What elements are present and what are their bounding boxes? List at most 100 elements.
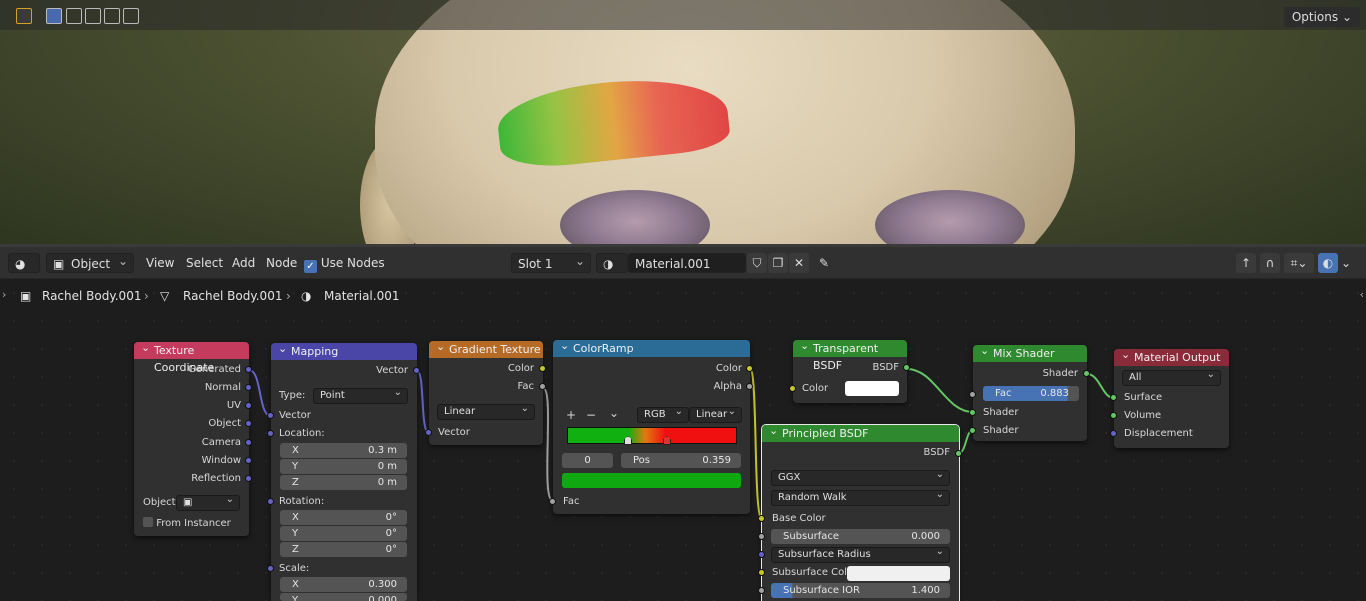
color-swatch-white[interactable] xyxy=(845,381,899,396)
socket-base-color[interactable] xyxy=(758,515,765,522)
subsurface-color-swatch[interactable] xyxy=(847,566,950,581)
node-header[interactable]: Mix Shader xyxy=(973,342,1087,362)
from-instancer-checkbox[interactable]: From Instancer xyxy=(143,517,231,531)
distribution-dropdown[interactable]: GGX xyxy=(771,468,950,486)
socket-window[interactable] xyxy=(245,457,252,464)
socket-object[interactable] xyxy=(245,420,252,427)
stop-position-field[interactable]: Pos 0.359 xyxy=(621,453,741,468)
add-stop-button[interactable]: + xyxy=(566,408,576,422)
slot-dropdown[interactable]: Slot 1 xyxy=(511,251,591,273)
node-color-ramp[interactable]: ColorRamp Color Alpha + − ⌄ RGB Linear 0… xyxy=(549,337,753,514)
3d-viewport[interactable]: Options ⌄ xyxy=(0,0,1366,247)
socket-reflection[interactable] xyxy=(245,475,252,482)
menu-add[interactable]: Add xyxy=(232,253,255,273)
socket-fac-out[interactable] xyxy=(539,383,546,390)
subsurface-method-dropdown[interactable]: Random Walk xyxy=(771,488,950,506)
socket-color-out[interactable] xyxy=(539,365,546,372)
snap-element-icon[interactable]: ⌗⌄ xyxy=(1284,253,1314,273)
socket-alpha-out[interactable] xyxy=(746,383,753,390)
stop-index-field[interactable]: 0 xyxy=(562,453,613,468)
socket-subsurface-ior[interactable] xyxy=(758,587,765,594)
node-header[interactable]: Transparent BSDF xyxy=(793,337,907,372)
overlays-icon[interactable]: ◐ xyxy=(1318,253,1338,273)
socket-fac-in[interactable] xyxy=(969,391,976,398)
socket-subsurface-color[interactable] xyxy=(758,569,765,576)
node-mix-shader[interactable]: Mix Shader Shader Fac 0.883 Shader Shader xyxy=(969,342,1090,441)
socket-bsdf-out[interactable] xyxy=(903,364,910,371)
node-header[interactable]: Mapping xyxy=(271,340,417,360)
node-header[interactable]: Principled BSDF xyxy=(762,422,959,442)
options-button[interactable]: Options ⌄ xyxy=(1283,7,1360,27)
mode-dropdown[interactable]: ▣ Object xyxy=(46,251,134,273)
pin-icon[interactable]: ✎ xyxy=(814,253,834,273)
select-intersect-icon[interactable] xyxy=(123,8,139,24)
socket-vector-out[interactable] xyxy=(413,367,420,374)
sidebar-toggle-left-icon[interactable]: › xyxy=(2,288,6,301)
socket-normal[interactable] xyxy=(245,384,252,391)
snap-magnet-icon[interactable]: ∩ xyxy=(1260,253,1280,273)
material-browse-button[interactable]: ◑ ⌄ xyxy=(596,253,628,291)
node-principled-bsdf[interactable]: Principled BSDF BSDF GGX Random Walk Bas… xyxy=(758,422,962,601)
scale-y-field[interactable]: Y 0.000 xyxy=(280,593,407,601)
stop-color-swatch[interactable] xyxy=(562,473,741,488)
select-subtract-icon[interactable] xyxy=(85,8,101,24)
node-header[interactable]: ColorRamp xyxy=(553,337,750,357)
interpolation-dropdown[interactable]: Linear xyxy=(689,405,742,423)
socket-subsurface[interactable] xyxy=(758,533,765,540)
location-x-field[interactable]: X 0.3 m xyxy=(280,443,407,458)
socket-camera[interactable] xyxy=(245,439,252,446)
material-name-field[interactable]: Material.001 xyxy=(628,253,746,273)
checkbox-unchecked-icon[interactable] xyxy=(143,517,153,527)
subsurface-radius-dropdown[interactable]: Subsurface Radius xyxy=(771,545,950,563)
menu-node[interactable]: Node xyxy=(266,253,297,273)
gradient-type-dropdown[interactable]: Linear xyxy=(437,402,535,420)
remove-stop-button[interactable]: − xyxy=(586,408,596,422)
select-new-icon[interactable] xyxy=(46,8,62,24)
duplicate-material-icon[interactable]: ❐ xyxy=(768,253,788,273)
sidebar-toggle-right-icon[interactable]: ‹ xyxy=(1360,288,1364,301)
select-extend-icon[interactable] xyxy=(66,8,82,24)
select-invert-icon[interactable] xyxy=(104,8,120,24)
rotation-x-field[interactable]: X 0° xyxy=(280,510,407,525)
editor-type-dropdown[interactable]: ◕ ⌄ xyxy=(8,253,40,291)
object-picker[interactable]: ▣ xyxy=(176,493,240,511)
socket-scale[interactable] xyxy=(267,565,274,572)
rotation-y-field[interactable]: Y 0° xyxy=(280,526,407,541)
rotation-z-field[interactable]: Z 0° xyxy=(280,542,407,557)
unlink-material-icon[interactable]: ✕ xyxy=(789,253,809,273)
node-material-output[interactable]: Material Output All Surface Volume Displ… xyxy=(1110,346,1229,448)
socket-subsurface-radius[interactable] xyxy=(758,551,765,558)
socket-fac-in[interactable] xyxy=(549,498,556,505)
socket-rotation[interactable] xyxy=(267,498,274,505)
subsurface-ior-field[interactable]: Subsurface IOR 1.400 xyxy=(771,583,950,598)
menu-view[interactable]: View xyxy=(146,253,174,273)
overlays-dropdown-chevron-icon[interactable]: ⌄ xyxy=(1339,253,1353,273)
select-cursor-icon[interactable] xyxy=(16,8,32,24)
fac-slider[interactable]: Fac 0.883 xyxy=(983,386,1079,401)
color-mode-dropdown[interactable]: RGB xyxy=(637,405,689,423)
menu-select[interactable]: Select xyxy=(186,253,223,273)
node-mapping[interactable]: Mapping Vector Type: Point Vector Locati… xyxy=(267,340,420,601)
socket-bsdf-out[interactable] xyxy=(955,450,962,457)
node-header[interactable]: Texture Coordinate xyxy=(134,339,249,374)
socket-surface[interactable] xyxy=(1110,394,1117,401)
socket-displacement[interactable] xyxy=(1110,430,1117,437)
location-y-field[interactable]: Y 0 m xyxy=(280,459,407,474)
node-header[interactable]: Material Output xyxy=(1114,346,1229,366)
socket-generated[interactable] xyxy=(245,366,252,373)
socket-color-out[interactable] xyxy=(746,365,753,372)
node-transparent-bsdf[interactable]: Transparent BSDF BSDF Color xyxy=(789,337,910,403)
socket-shader-in-2[interactable] xyxy=(969,427,976,434)
scale-x-field[interactable]: X 0.300 xyxy=(280,577,407,592)
socket-vector-in[interactable] xyxy=(267,412,274,419)
output-target-dropdown[interactable]: All xyxy=(1122,368,1221,386)
parent-node-tree-icon[interactable]: ↑ xyxy=(1236,253,1256,273)
checkbox-checked-icon[interactable]: ✓ xyxy=(304,260,317,273)
location-z-field[interactable]: Z 0 m xyxy=(280,475,407,490)
socket-uv[interactable] xyxy=(245,402,252,409)
socket-vector-in[interactable] xyxy=(425,429,432,436)
mapping-type-dropdown[interactable]: Point xyxy=(313,386,408,404)
ramp-menu-chevron-icon[interactable]: ⌄ xyxy=(609,406,619,420)
socket-color-in[interactable] xyxy=(789,385,796,392)
socket-shader-out[interactable] xyxy=(1083,370,1090,377)
